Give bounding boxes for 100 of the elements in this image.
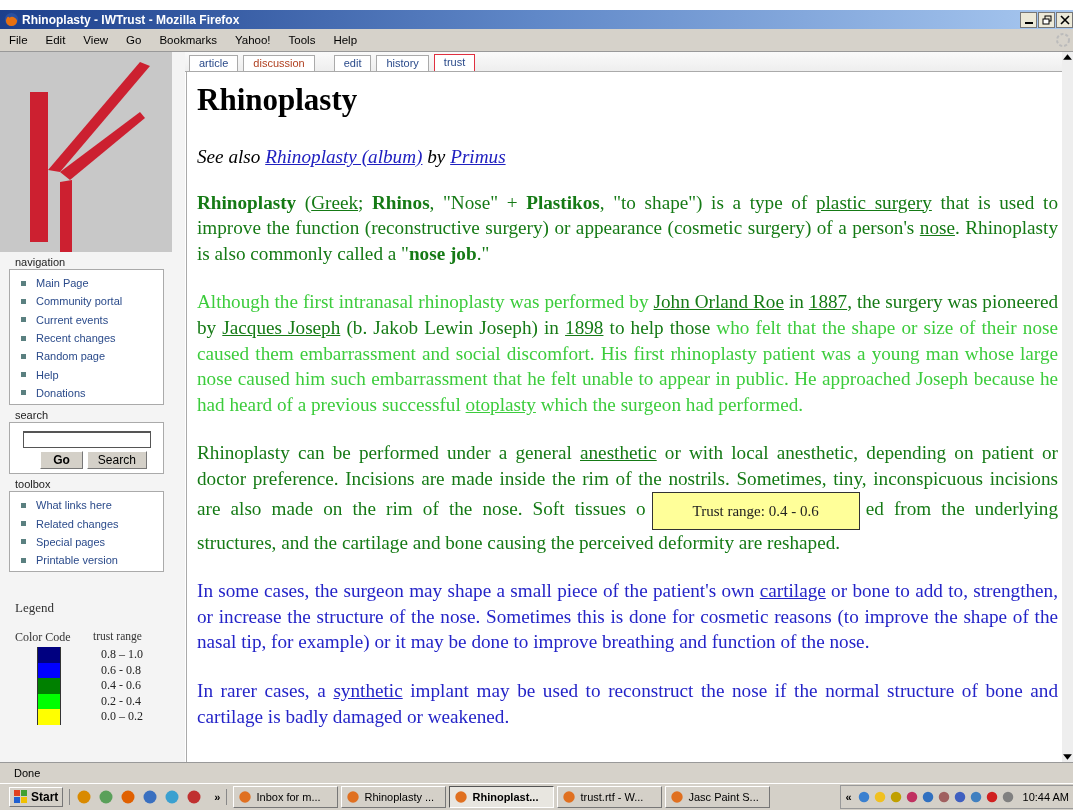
trust-range-label: 0.6 - 0.8 [100,662,142,679]
portlet-heading: navigation [15,256,67,268]
taskbar-button[interactable]: Jasc Paint S... [665,786,771,808]
page-tab[interactable]: history [376,55,429,71]
article-paragraph: In rarer cases, a synthetic implant may be used to reconstruct the nose if the normal structure of bone and cartilage is badly damaged or weakened. [197,678,1058,729]
window-title: Rhinoplasty - IWTrust - Mozilla Firefox [22,12,241,27]
sidebar-link[interactable]: Main Page [36,277,89,290]
menu-item[interactable]: Yahoo! [234,34,271,46]
more-button[interactable]: » [214,791,221,803]
menu-item[interactable]: View [83,34,109,46]
article-link[interactable]: 1898 [565,316,604,338]
start-button[interactable]: Start [9,787,64,807]
app-icon [238,790,253,804]
sidebar-link[interactable]: Current events [36,313,109,326]
sidebar-link[interactable]: What links here [36,499,112,512]
bullet-icon [21,390,26,396]
page-tab[interactable]: discussion [243,55,315,71]
menu-item[interactable]: Help [333,34,358,46]
sidebar-link[interactable]: Printable version [36,554,118,567]
article-paragraph: Although the first intranasal rhinoplasty was performed by John Orland Roe in 1887, the surgery was pioneered by Jacques Joseph (b. Jakob Lewin Joseph) in 1898 to help those who felt that the shape or size of their nose caused them embarrassment and social discomfort. His first rhinoplasty patient was a young man whose large nose caused him such embarrassment that he felt unable to appear in public. He approached Joseph because he had heard of a previous successful otoplasty which the surgeon had performed. [197,290,1058,417]
tray-icon[interactable] [888,790,903,804]
sidebar-link[interactable]: Random page [36,350,106,363]
tray-icon[interactable] [1000,790,1015,804]
tray-icon[interactable] [952,790,967,804]
sidebar-link[interactable]: Help [36,368,59,381]
trust-range-label: 0.2 - 0.4 [100,693,142,710]
menu-item[interactable]: Tools [288,34,316,46]
tray-icon[interactable] [984,790,999,804]
page-tab[interactable]: edit [333,55,372,71]
app-icon [454,790,469,804]
article-link[interactable]: Greek [311,191,359,213]
bullet-icon [21,372,26,378]
bullet-icon [21,502,26,508]
trust-range-label: 0.4 - 0.6 [100,678,142,694]
clock: 10:44 AM [1022,791,1069,803]
bullet-icon [21,298,26,304]
article-paragraph: Rhinoplasty (Greek; Rhinos, "Nose" + Plastikos, "to shape") is a type of plastic surgery that is used to improve the function (reconstructive surgery) or appearance (cosmetic surgery) of a person's nose. Rhinoplasty is also commonly called a "nose job." [197,190,1058,266]
trust-tooltip: Trust range: 0.4 - 0.6 [651,491,860,530]
legend-header: trust range [93,630,143,645]
restore-button[interactable] [1038,11,1055,28]
bullet-icon [21,335,26,341]
windows-logo-icon [14,790,28,804]
close-icon [1059,14,1070,25]
sidebar-link[interactable]: Related changes [36,517,119,530]
page-tab[interactable]: trust [433,54,476,71]
trust-range-label: 0.8 – 1.0 [100,647,144,663]
sidebar-link[interactable]: Community portal [36,295,123,308]
minimize-button[interactable] [1020,11,1037,28]
article-link[interactable]: Primus [450,146,506,167]
sidebar-link[interactable]: Donations [36,386,86,399]
menu-item[interactable]: Go [126,34,142,46]
tray-icon[interactable] [856,790,871,804]
app-icon [346,790,361,804]
article-link[interactable]: synthetic [333,679,403,701]
legend-header: Color Code [15,630,72,646]
tray-icon[interactable] [936,790,951,804]
sidebar-link[interactable]: Special pages [36,535,106,548]
bullet-icon [21,280,26,286]
tray-icon[interactable] [904,790,919,804]
taskbar-button[interactable]: Inbox for m... [233,786,339,808]
article-link[interactable]: plastic surgery [815,191,932,213]
article-link[interactable]: Rhinoplasty (album) [265,146,423,167]
minimize-icon [1024,21,1033,24]
app-icon [562,790,577,804]
article-paragraph: In some cases, the surgeon may shape a small piece of the patient's own cartilage or bone to add to, strengthen, or increase the structure of the nose. Sometimes this is done for cosmetic reasons (to improve the shape of the nasal tip, for example) or it may be done to improve breathing and function of the nose. [197,579,1058,655]
article-paragraph: Rhinoplasty can be performed under a general anesthetic or with local anesthetic, depending on patient or doctor preference. Incisions are made inside the rim of the nostrils. Sometimes, tiny, inconspicuous incisions are also made on the rim of the nose. Soft tissues o Trust range: 0.4 - 0.6 ed from the underlying structures, and the cartilage and bone causing the perceived deformity are reshaped. [197,441,1058,555]
bullet-icon [21,521,26,526]
bullet-icon [21,539,26,545]
status-text: Done [14,767,41,779]
portlet-heading: toolbox [15,478,52,491]
menu-item[interactable]: File [9,34,28,46]
search-button[interactable]: Search [86,451,147,470]
taskbar-button[interactable]: trust.rtf - W... [557,786,663,808]
search-field[interactable] [22,431,151,449]
search-button[interactable]: Go [40,451,83,470]
see-also-line: See also Rhinoplasty (album) by Primus [197,145,507,169]
taskbar-button[interactable]: Rhinoplast... [449,786,555,808]
legend-title: Legend [15,600,55,617]
article-link[interactable]: anesthetic [580,442,657,464]
tray-toggle[interactable]: « [845,791,852,803]
article-link[interactable]: Jacques Joseph [222,316,341,338]
close-button[interactable] [1056,11,1073,28]
menu-item[interactable]: Edit [45,34,66,46]
bullet-icon [21,353,26,359]
throbber-icon [1055,32,1071,48]
article-title: Rhinoplasty [197,81,359,119]
tray-icon[interactable] [920,790,935,804]
bullet-icon [21,317,26,323]
taskbar-button[interactable]: Rhinoplasty ... [341,786,447,808]
trust-range-label: 0.0 – 0.2 [100,709,144,725]
article-link[interactable]: cartilage [759,580,826,602]
sidebar-link[interactable]: Recent changes [36,332,116,345]
menu-item[interactable]: Bookmarks [159,34,217,46]
page-tab[interactable]: article [189,55,239,71]
scrollbar[interactable] [1062,52,1073,762]
article-link[interactable]: John Orland Roe [653,291,784,313]
bullet-icon [21,557,26,563]
article-link[interactable]: nose [919,217,955,239]
article-link[interactable]: 1887 [808,291,848,313]
tray-icon[interactable] [968,790,983,804]
